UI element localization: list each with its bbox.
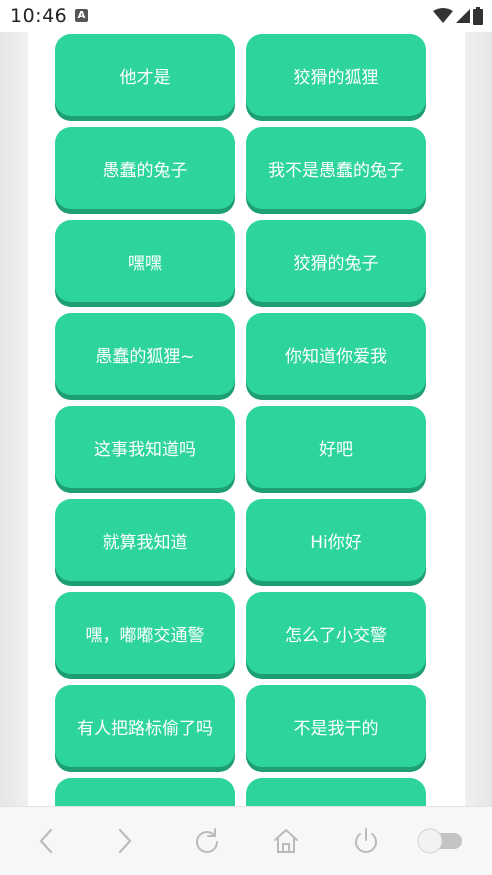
status-icons <box>433 7 483 25</box>
phrase-button-9[interactable]: 这事我知道吗 <box>55 406 235 488</box>
wifi-icon <box>433 8 453 23</box>
battery-icon <box>473 7 483 25</box>
phrase-button-7[interactable]: 愚蠢的狐狸~ <box>55 313 235 395</box>
forward-icon[interactable] <box>113 827 137 855</box>
home-icon[interactable] <box>272 827 300 855</box>
toggle-switch[interactable] <box>416 827 466 855</box>
phrase-button-16[interactable]: 不是我干的 <box>246 685 426 767</box>
phrase-button-18[interactable] <box>246 778 426 806</box>
phrase-button-10[interactable]: 好吧 <box>246 406 426 488</box>
phrase-button-15[interactable]: 有人把路标偷了吗 <box>55 685 235 767</box>
power-icon[interactable] <box>352 827 380 855</box>
button-panel: 他才是 狡猾的狐狸 愚蠢的兔子 我不是愚蠢的兔子 嘿嘿 狡猾的兔子 愚蠢的狐狸~… <box>28 32 465 806</box>
phrase-button-8[interactable]: 你知道你爱我 <box>246 313 426 395</box>
status-time: 10:46 <box>10 5 68 27</box>
refresh-icon[interactable] <box>193 827 221 855</box>
phrase-button-2[interactable]: 狡猾的狐狸 <box>246 34 426 116</box>
phrase-button-17[interactable] <box>55 778 235 806</box>
phrase-button-12[interactable]: Hi你好 <box>246 499 426 581</box>
status-bar: 10:46 A <box>0 0 492 32</box>
page-margin-right <box>465 32 492 806</box>
content-area[interactable]: 他才是 狡猾的狐狸 愚蠢的兔子 我不是愚蠢的兔子 嘿嘿 狡猾的兔子 愚蠢的狐狸~… <box>0 32 492 806</box>
phrase-button-1[interactable]: 他才是 <box>55 34 235 116</box>
phrase-button-3[interactable]: 愚蠢的兔子 <box>55 127 235 209</box>
app-notification-icon: A <box>75 9 88 22</box>
signal-icon <box>456 9 470 23</box>
phrase-button-5[interactable]: 嘿嘿 <box>55 220 235 302</box>
phrase-button-4[interactable]: 我不是愚蠢的兔子 <box>246 127 426 209</box>
phrase-button-13[interactable]: 嘿，嘟嘟交通警 <box>55 592 235 674</box>
phrase-button-14[interactable]: 怎么了小交警 <box>246 592 426 674</box>
phrase-button-11[interactable]: 就算我知道 <box>55 499 235 581</box>
page-margin-left <box>0 32 28 806</box>
phrase-button-6[interactable]: 狡猾的兔子 <box>246 220 426 302</box>
back-icon[interactable] <box>34 827 58 855</box>
bottom-navigation-bar <box>0 806 492 875</box>
